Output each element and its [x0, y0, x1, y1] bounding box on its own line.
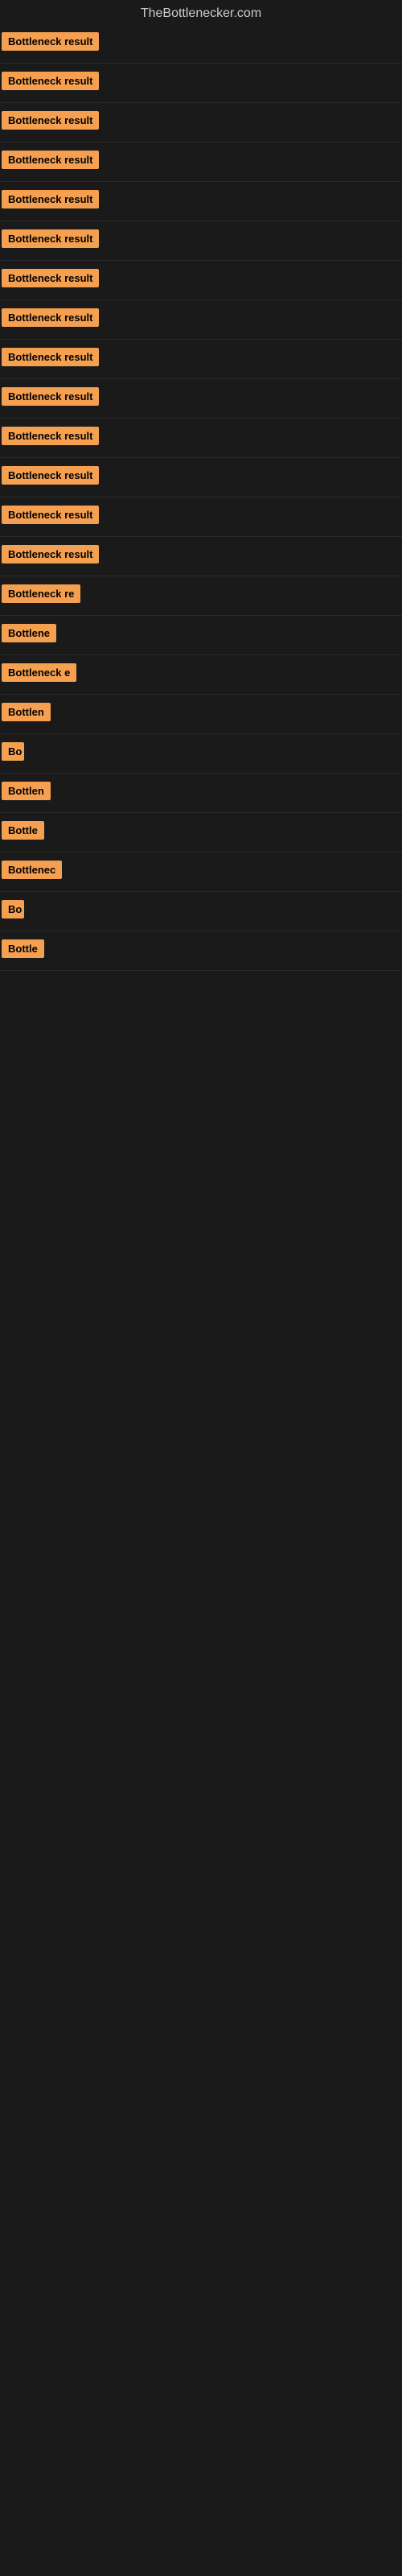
bottleneck-label[interactable]: Bottleneck result [2, 269, 99, 287]
bottleneck-label[interactable]: Bottleneck result [2, 72, 99, 90]
bottleneck-label[interactable]: Bo [2, 900, 24, 919]
result-row: Bottleneck result [0, 24, 402, 64]
bottleneck-label[interactable]: Bottlene [2, 624, 56, 642]
result-row: Bottleneck e [0, 655, 402, 695]
result-row: Bottleneck result [0, 379, 402, 419]
result-row: Bottleneck result [0, 64, 402, 103]
bottleneck-label[interactable]: Bottleneck re [2, 584, 80, 603]
result-row: Bottlenec [0, 852, 402, 892]
bottleneck-label[interactable]: Bottleneck e [2, 663, 76, 682]
result-row: Bottlen [0, 774, 402, 813]
result-row: Bottle [0, 813, 402, 852]
results-container: Bottleneck result Bottleneck result Bottle… [0, 24, 402, 971]
result-row: Bottle [0, 931, 402, 971]
bottleneck-label[interactable]: Bottleneck result [2, 545, 99, 564]
bottleneck-label[interactable]: Bottleneck result [2, 308, 99, 327]
bottleneck-label[interactable]: Bottlen [2, 703, 51, 721]
bottleneck-label[interactable]: Bo [2, 742, 24, 761]
bottleneck-label[interactable]: Bottleneck result [2, 506, 99, 524]
result-row: Bottleneck result [0, 103, 402, 142]
result-row: Bottleneck result [0, 182, 402, 221]
bottleneck-label[interactable]: Bottleneck result [2, 427, 99, 445]
result-row: Bottleneck result [0, 537, 402, 576]
bottleneck-label[interactable]: Bottleneck result [2, 32, 99, 51]
bottleneck-label[interactable]: Bottleneck result [2, 466, 99, 485]
result-row: Bottleneck result [0, 497, 402, 537]
bottleneck-label[interactable]: Bottleneck result [2, 190, 99, 208]
result-row: Bottleneck result [0, 340, 402, 379]
result-row: Bo [0, 734, 402, 774]
result-row: Bottlene [0, 616, 402, 655]
bottleneck-label[interactable]: Bottlen [2, 782, 51, 800]
result-row: Bottleneck re [0, 576, 402, 616]
bottleneck-label[interactable]: Bottle [2, 939, 44, 958]
bottleneck-label[interactable]: Bottleneck result [2, 348, 99, 366]
result-row: Bottleneck result [0, 300, 402, 340]
bottleneck-label[interactable]: Bottleneck result [2, 229, 99, 248]
result-row: Bottleneck result [0, 458, 402, 497]
result-row: Bottleneck result [0, 419, 402, 458]
result-row: Bottlen [0, 695, 402, 734]
result-row: Bottleneck result [0, 142, 402, 182]
bottleneck-label[interactable]: Bottleneck result [2, 387, 99, 406]
bottleneck-label[interactable]: Bottlenec [2, 861, 62, 879]
site-title: TheBottlenecker.com [0, 0, 402, 24]
result-row: Bottleneck result [0, 261, 402, 300]
bottleneck-label[interactable]: Bottleneck result [2, 111, 99, 130]
bottleneck-label[interactable]: Bottle [2, 821, 44, 840]
result-row: Bottleneck result [0, 221, 402, 261]
result-row: Bo [0, 892, 402, 931]
bottleneck-label[interactable]: Bottleneck result [2, 151, 99, 169]
